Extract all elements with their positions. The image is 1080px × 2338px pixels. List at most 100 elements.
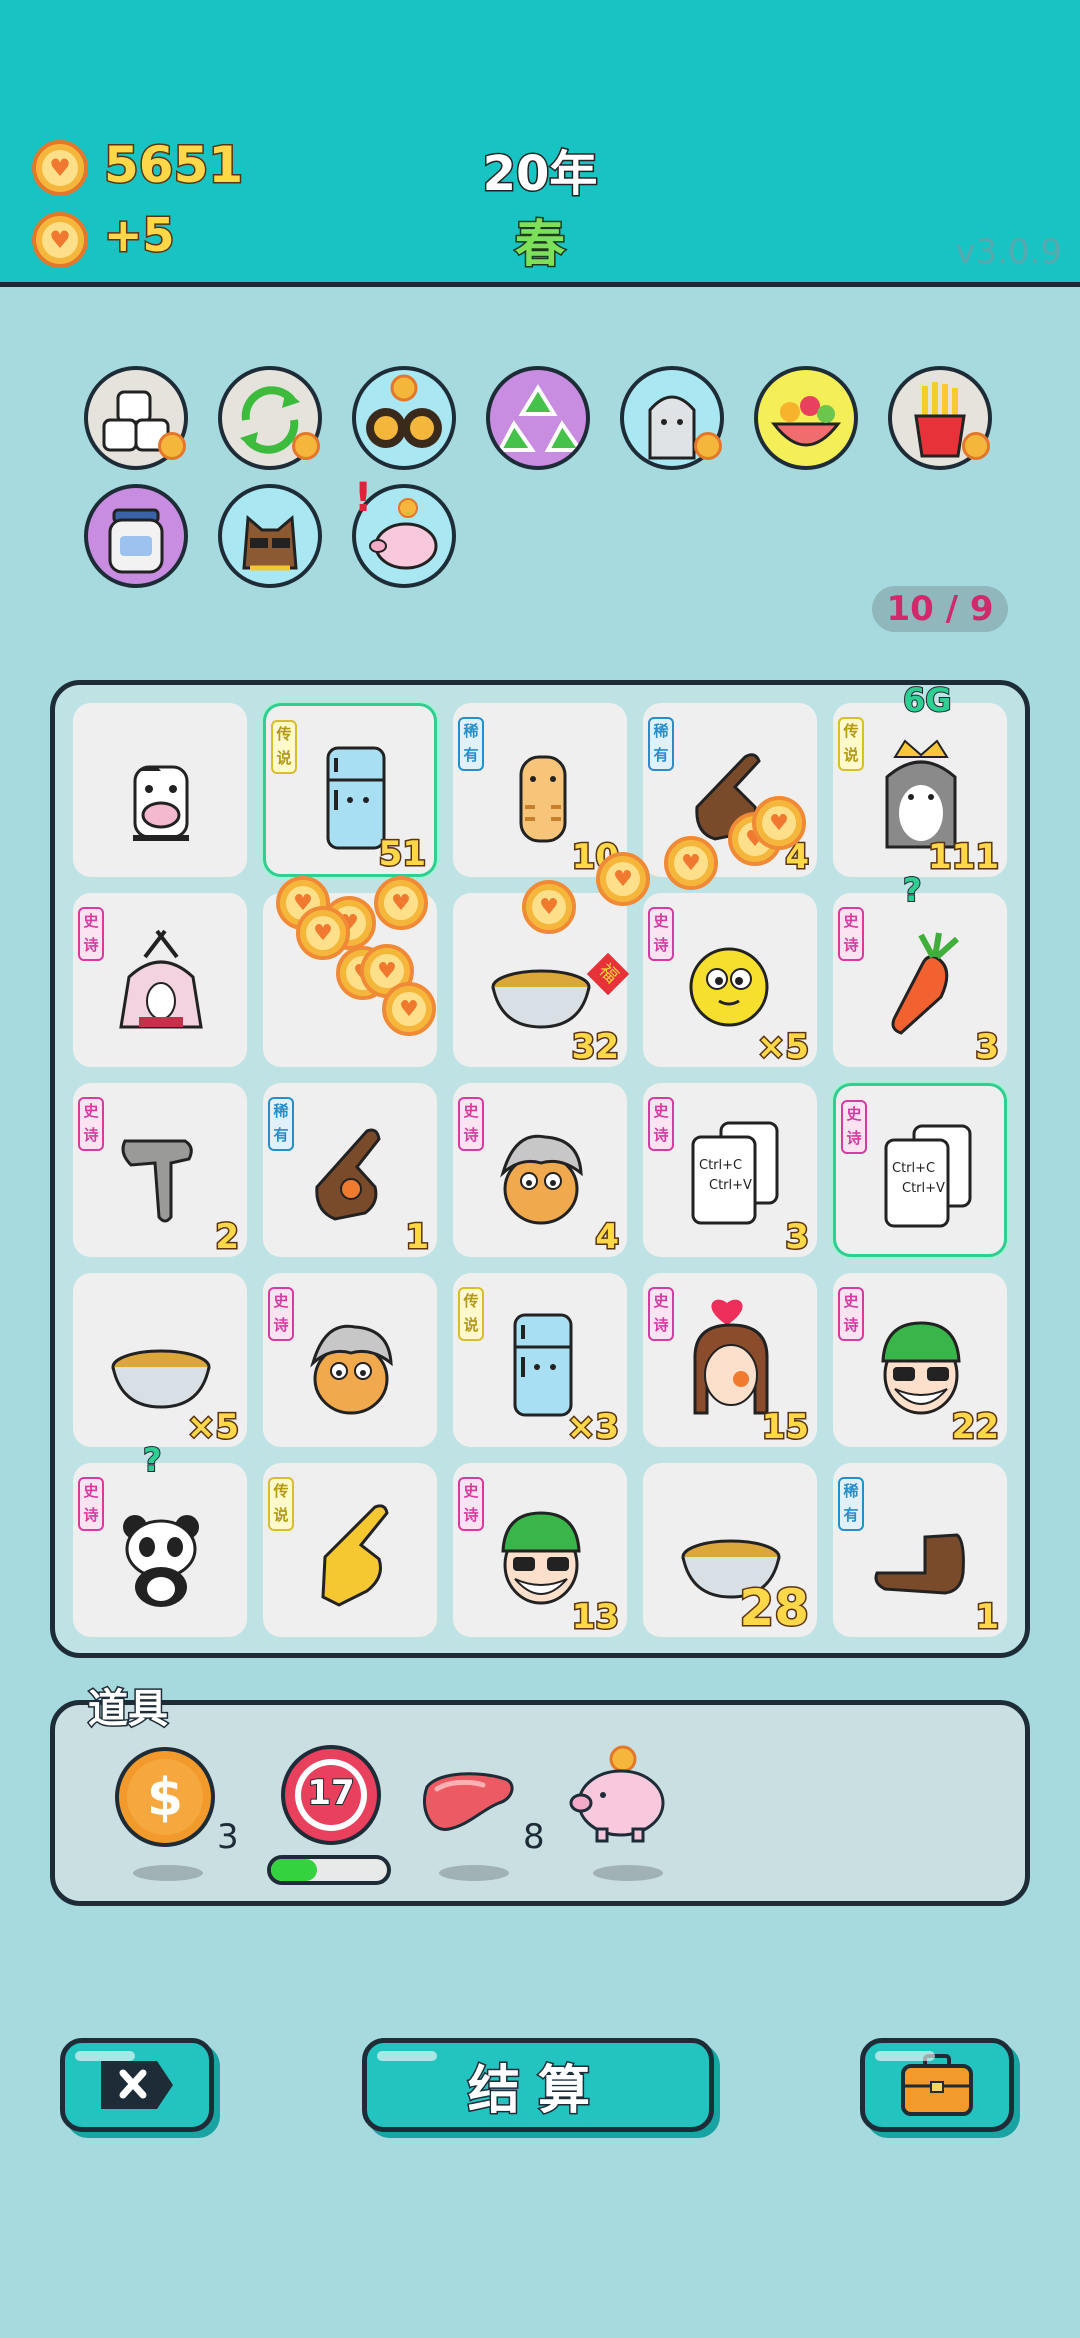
soup-bowl-icon	[105, 1297, 217, 1425]
slot-board: 传说 51 稀有 10 稀有 4 传说 6G 111 史诗福 32 史诗 ×5 史诗? 3 史诗 2 稀有 1 史诗 4…	[50, 680, 1030, 1658]
flying-coin-icon: ♥	[664, 836, 718, 890]
silver-hair-bird-icon	[295, 1297, 407, 1425]
relic-coin-icon	[962, 432, 990, 460]
relic-recycle-symbol[interactable]	[486, 366, 590, 470]
board-cell[interactable]: 稀有 1	[833, 1463, 1007, 1639]
bunny-house-icon	[105, 917, 217, 1045]
fruit-bowl-icon	[770, 396, 842, 447]
liver-count: 8	[523, 1817, 545, 1857]
board-cell[interactable]: 史诗 2	[73, 1083, 247, 1259]
braided-girl-icon	[675, 1297, 787, 1425]
tiger-icon	[485, 727, 597, 855]
items-title: 道具	[87, 1685, 170, 1734]
year-label: 20年	[481, 145, 599, 204]
rarity-tag: 稀有	[268, 1097, 294, 1151]
piggy-bank-item[interactable]	[567, 1745, 677, 1881]
cell-count: ×5	[755, 1026, 810, 1069]
cow-icon	[105, 727, 217, 855]
board-cell[interactable]: ×5	[73, 1273, 247, 1449]
carrot-icon	[865, 917, 977, 1045]
cell-count: 2	[214, 1216, 241, 1259]
relic-coin-owls[interactable]	[352, 366, 456, 470]
cell-count: 3	[784, 1216, 811, 1259]
board-cell[interactable]: 传说 6G 111	[833, 680, 1007, 879]
items-panel: $ 3 17 8	[50, 1700, 1030, 1906]
yellow-hand-icon	[295, 1487, 407, 1615]
coin-icon: ♥	[32, 140, 88, 196]
board-cell[interactable]: Ctrl+C Ctrl+V 史诗	[833, 1083, 1007, 1257]
board-cell[interactable]: 史诗 ×5	[643, 893, 817, 1069]
dollar-coin-item[interactable]: $ 3	[113, 1745, 239, 1881]
settle-button[interactable]: 结算	[362, 2038, 714, 2132]
recycle-symbol-icon	[496, 384, 584, 452]
rarity-tag: 史诗	[78, 907, 104, 961]
flying-coin-icon: ♥	[752, 796, 806, 850]
rarity-tag: 史诗	[838, 907, 864, 961]
board-cell[interactable]: 稀有 10	[453, 703, 627, 879]
flying-coin-icon: ♥	[382, 982, 436, 1036]
grey-hand-icon	[105, 1107, 217, 1235]
rarity-tag: 史诗	[648, 907, 674, 961]
relic-coin-icon	[694, 432, 722, 460]
cell-count: ×5	[185, 1406, 240, 1449]
flying-coin-icon: ♥	[522, 880, 576, 934]
income-coin-icon: ♥	[32, 212, 88, 268]
jar-icon	[108, 508, 164, 574]
board-cell[interactable]: 史诗 15	[643, 1273, 817, 1449]
relic-jar[interactable]	[84, 484, 188, 588]
rarity-tag: 传说	[838, 717, 864, 771]
svg-text:Ctrl+C: Ctrl+C	[892, 1161, 935, 1176]
board-cell[interactable]: 传说 ×3	[453, 1273, 627, 1449]
settle-label: 结算	[466, 2059, 608, 2122]
yellow-chick-icon	[675, 917, 787, 1045]
board-cell[interactable]: 28	[643, 1463, 817, 1639]
board-cell[interactable]: 传说	[263, 1463, 437, 1637]
dollar-coin-count: 3	[217, 1817, 239, 1857]
board-cell[interactable]: 史诗? 3	[833, 870, 1007, 1069]
board-cell[interactable]: 史诗	[263, 1273, 437, 1447]
green-hat-man-icon	[485, 1487, 597, 1615]
svg-text:Ctrl+C: Ctrl+C	[699, 1158, 742, 1173]
board-cell[interactable]: 史诗	[73, 893, 247, 1067]
cell-count: 28	[738, 1578, 811, 1639]
inventory-button[interactable]	[860, 2038, 1014, 2132]
sunglasses-dog-icon	[242, 514, 298, 571]
board-cell[interactable]	[73, 703, 247, 877]
liver-icon	[422, 1772, 514, 1831]
dollar-coin-icon: $	[115, 1747, 215, 1847]
liver-item[interactable]: 8	[419, 1755, 549, 1881]
board-cell[interactable]: Ctrl+C Ctrl+V 史诗 3	[643, 1083, 817, 1259]
top-bar: ♥ 5651 ♥ +5 20年 春 v3.0.9	[0, 0, 1080, 287]
relic-fruit-bowl[interactable]	[754, 366, 858, 470]
target-progress-bar	[267, 1855, 391, 1885]
cell-count: 13	[570, 1596, 620, 1639]
board-cell[interactable]: 史诗?	[73, 1440, 247, 1637]
board-cell[interactable]: 史诗 13	[453, 1463, 627, 1639]
cell-count: 51	[377, 833, 427, 876]
cell-count: 32	[570, 1026, 620, 1069]
svg-text:Ctrl+V: Ctrl+V	[902, 1181, 945, 1196]
board-cell[interactable]: 史诗 4	[453, 1083, 627, 1259]
relic-alert-mark: !	[354, 475, 373, 521]
top-label: 6G	[902, 680, 953, 720]
target-item[interactable]: 17	[267, 1745, 397, 1885]
board-cell[interactable]: 稀有 1	[263, 1083, 437, 1259]
briefcase-icon	[901, 2054, 973, 2116]
relic-sunglasses-dog[interactable]	[218, 484, 322, 588]
season-label: 春	[514, 214, 567, 275]
board-cell[interactable]: 史诗 22	[833, 1273, 1007, 1449]
svg-text:$: $	[147, 1768, 183, 1828]
copy-paste-icon: Ctrl+C Ctrl+V	[675, 1107, 787, 1235]
rarity-tag: 史诗	[78, 1097, 104, 1151]
board-cell[interactable]: 传说 51	[263, 703, 437, 877]
fridge-icon	[485, 1297, 597, 1425]
cell-count: 1	[404, 1216, 431, 1259]
rarity-tag: 稀有	[648, 717, 674, 771]
relic-coin-icon	[158, 432, 186, 460]
flying-coin-icon: ♥	[596, 852, 650, 906]
skip-button[interactable]	[60, 2038, 214, 2132]
target-value: 17	[306, 1772, 355, 1814]
rarity-tag: 史诗	[458, 1477, 484, 1531]
top-label: ?	[902, 870, 923, 910]
cell-count: 4	[594, 1216, 621, 1259]
